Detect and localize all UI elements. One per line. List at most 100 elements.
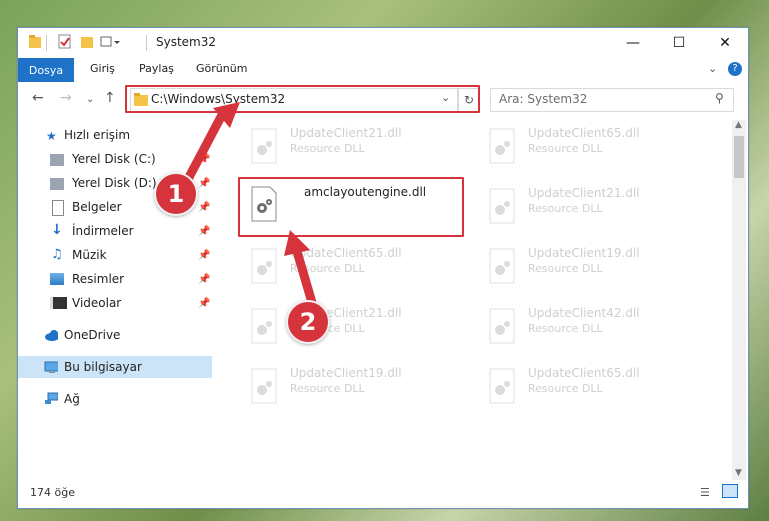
window-title: System32: [156, 35, 217, 49]
forward-button[interactable]: →: [60, 90, 72, 106]
network-icon: [45, 392, 58, 404]
sidebar-item-videos[interactable]: Videolar 📌: [18, 292, 212, 314]
file-type: Resource DLL: [528, 382, 603, 395]
search-icon: ⚲: [715, 91, 724, 105]
separator: [46, 35, 47, 51]
sidebar-item-network[interactable]: Ağ: [18, 388, 212, 410]
sidebar-item-label: Belgeler: [72, 200, 122, 214]
documents-icon: [52, 200, 64, 216]
file-item[interactable]: UpdateClient65.dll Resource DLL: [482, 124, 712, 174]
close-button[interactable]: ✕: [702, 28, 748, 58]
pin-icon: 📌: [198, 273, 211, 285]
file-item[interactable]: UpdateClient65.dll Resource DLL: [482, 364, 712, 414]
title-bar: System32 — ☐ ✕: [18, 28, 748, 58]
pin-icon: 📌: [198, 297, 211, 309]
pin-icon: 📌: [198, 249, 211, 261]
sidebar-item-downloads[interactable]: ↓ İndirmeler 📌: [18, 220, 212, 242]
file-type: Resource DLL: [290, 142, 365, 155]
separator: [146, 35, 147, 51]
sidebar-item-pictures[interactable]: Resimler 📌: [18, 268, 212, 290]
sidebar-item-label: Videolar: [72, 296, 122, 310]
tab-share[interactable]: Paylaş: [139, 62, 174, 75]
sidebar-item-this-pc[interactable]: Bu bilgisayar: [18, 356, 212, 378]
sidebar-item-label: OneDrive: [64, 328, 121, 342]
file-type: Resource DLL: [528, 202, 603, 215]
search-placeholder: Ara: System32: [499, 92, 588, 106]
file-type: Resource DLL: [528, 142, 603, 155]
file-item[interactable]: UpdateClient19.dll Resource DLL: [482, 244, 712, 294]
sidebar-item-label: Hızlı erişim: [64, 128, 131, 142]
videos-icon: [50, 297, 67, 309]
search-input[interactable]: Ara: System32 ⚲: [490, 88, 734, 112]
sidebar-item-label: Müzik: [72, 248, 107, 262]
sidebar-item-label: Resimler: [72, 272, 125, 286]
dll-file-icon: [489, 248, 515, 284]
sidebar-item-label: Yerel Disk (C:): [72, 152, 156, 166]
dll-file-icon: [251, 368, 277, 404]
tab-home[interactable]: Giriş: [90, 62, 115, 75]
file-item[interactable]: UpdateClient42.dll Resource DLL: [482, 304, 712, 354]
file-name: UpdateClient19.dll: [528, 246, 640, 260]
pictures-icon: [50, 273, 64, 285]
sidebar-item-label: Ağ: [64, 392, 80, 406]
scrollbar-thumb[interactable]: [734, 136, 744, 178]
properties-icon[interactable]: [58, 34, 72, 52]
file-type: Resource DLL: [528, 262, 603, 275]
file-item[interactable]: UpdateClient21.dll Resource DLL: [482, 184, 712, 234]
pin-icon: 📌: [198, 225, 211, 237]
large-icons-view-icon[interactable]: [722, 484, 738, 498]
computer-icon: [44, 361, 58, 373]
sidebar-item-label: Bu bilgisayar: [64, 360, 142, 374]
navigation-bar: ← → ⌄ ↑ C:\Windows\System32 ⌄ ↻ Ara: Sys…: [18, 84, 748, 114]
star-icon: ★: [46, 129, 57, 143]
scroll-up-icon[interactable]: ▲: [735, 120, 742, 130]
drive-icon: [50, 154, 64, 166]
dll-file-icon: [489, 308, 515, 344]
sidebar-item-label: Yerel Disk (D:): [72, 176, 157, 190]
music-icon: ♫: [51, 247, 63, 262]
tab-file[interactable]: Dosya: [18, 58, 74, 82]
folder-icon[interactable]: [28, 34, 42, 52]
expand-ribbon-icon[interactable]: ⌄: [708, 62, 717, 75]
step-1-badge: 1: [154, 172, 198, 216]
scroll-down-icon[interactable]: ▼: [735, 468, 742, 478]
file-name: UpdateClient21.dll: [290, 126, 402, 140]
recent-locations-button[interactable]: ⌄: [86, 94, 94, 105]
file-name: UpdateClient65.dll: [528, 366, 640, 380]
download-icon: ↓: [51, 222, 63, 238]
file-name: UpdateClient19.dll: [290, 366, 402, 380]
dll-file-icon: [489, 368, 515, 404]
step-2-badge: 2: [286, 300, 330, 344]
file-highlight-box: [238, 177, 464, 237]
new-folder-icon[interactable]: [80, 34, 94, 52]
help-icon[interactable]: ?: [728, 62, 742, 76]
file-item[interactable]: UpdateClient21.dll Resource DLL: [244, 124, 474, 174]
drive-icon: [50, 178, 64, 190]
cloud-icon: [45, 330, 58, 341]
vertical-scrollbar[interactable]: ▲ ▼: [732, 120, 746, 480]
tab-view[interactable]: Görünüm: [196, 62, 247, 75]
sidebar-item-onedrive[interactable]: OneDrive: [18, 324, 212, 346]
ribbon: Dosya Giriş Paylaş Görünüm ⌄ ?: [18, 58, 748, 82]
file-name: UpdateClient21.dll: [528, 186, 640, 200]
up-button[interactable]: ↑: [104, 90, 116, 106]
back-button[interactable]: ←: [32, 90, 44, 106]
maximize-button[interactable]: ☐: [656, 28, 702, 58]
file-item[interactable]: UpdateClient19.dll Resource DLL: [244, 364, 474, 414]
file-name: UpdateClient42.dll: [528, 306, 640, 320]
dll-file-icon: [251, 308, 277, 344]
sidebar-item-label: İndirmeler: [72, 224, 134, 238]
customize-icon[interactable]: [100, 34, 122, 52]
file-type: Resource DLL: [528, 322, 603, 335]
item-count: 174 öğe: [30, 486, 75, 499]
file-name: UpdateClient65.dll: [528, 126, 640, 140]
dll-file-icon: [251, 248, 277, 284]
dll-file-icon: [489, 128, 515, 164]
minimize-button[interactable]: —: [610, 28, 656, 58]
sidebar-item-music[interactable]: ♫ Müzik 📌: [18, 244, 212, 266]
file-type: Resource DLL: [290, 382, 365, 395]
dll-file-icon: [251, 128, 277, 164]
details-view-icon[interactable]: ☰: [700, 486, 710, 499]
explorer-window: System32 — ☐ ✕ Dosya Giriş Paylaş Görünü…: [17, 27, 749, 509]
dll-file-icon: [489, 188, 515, 224]
